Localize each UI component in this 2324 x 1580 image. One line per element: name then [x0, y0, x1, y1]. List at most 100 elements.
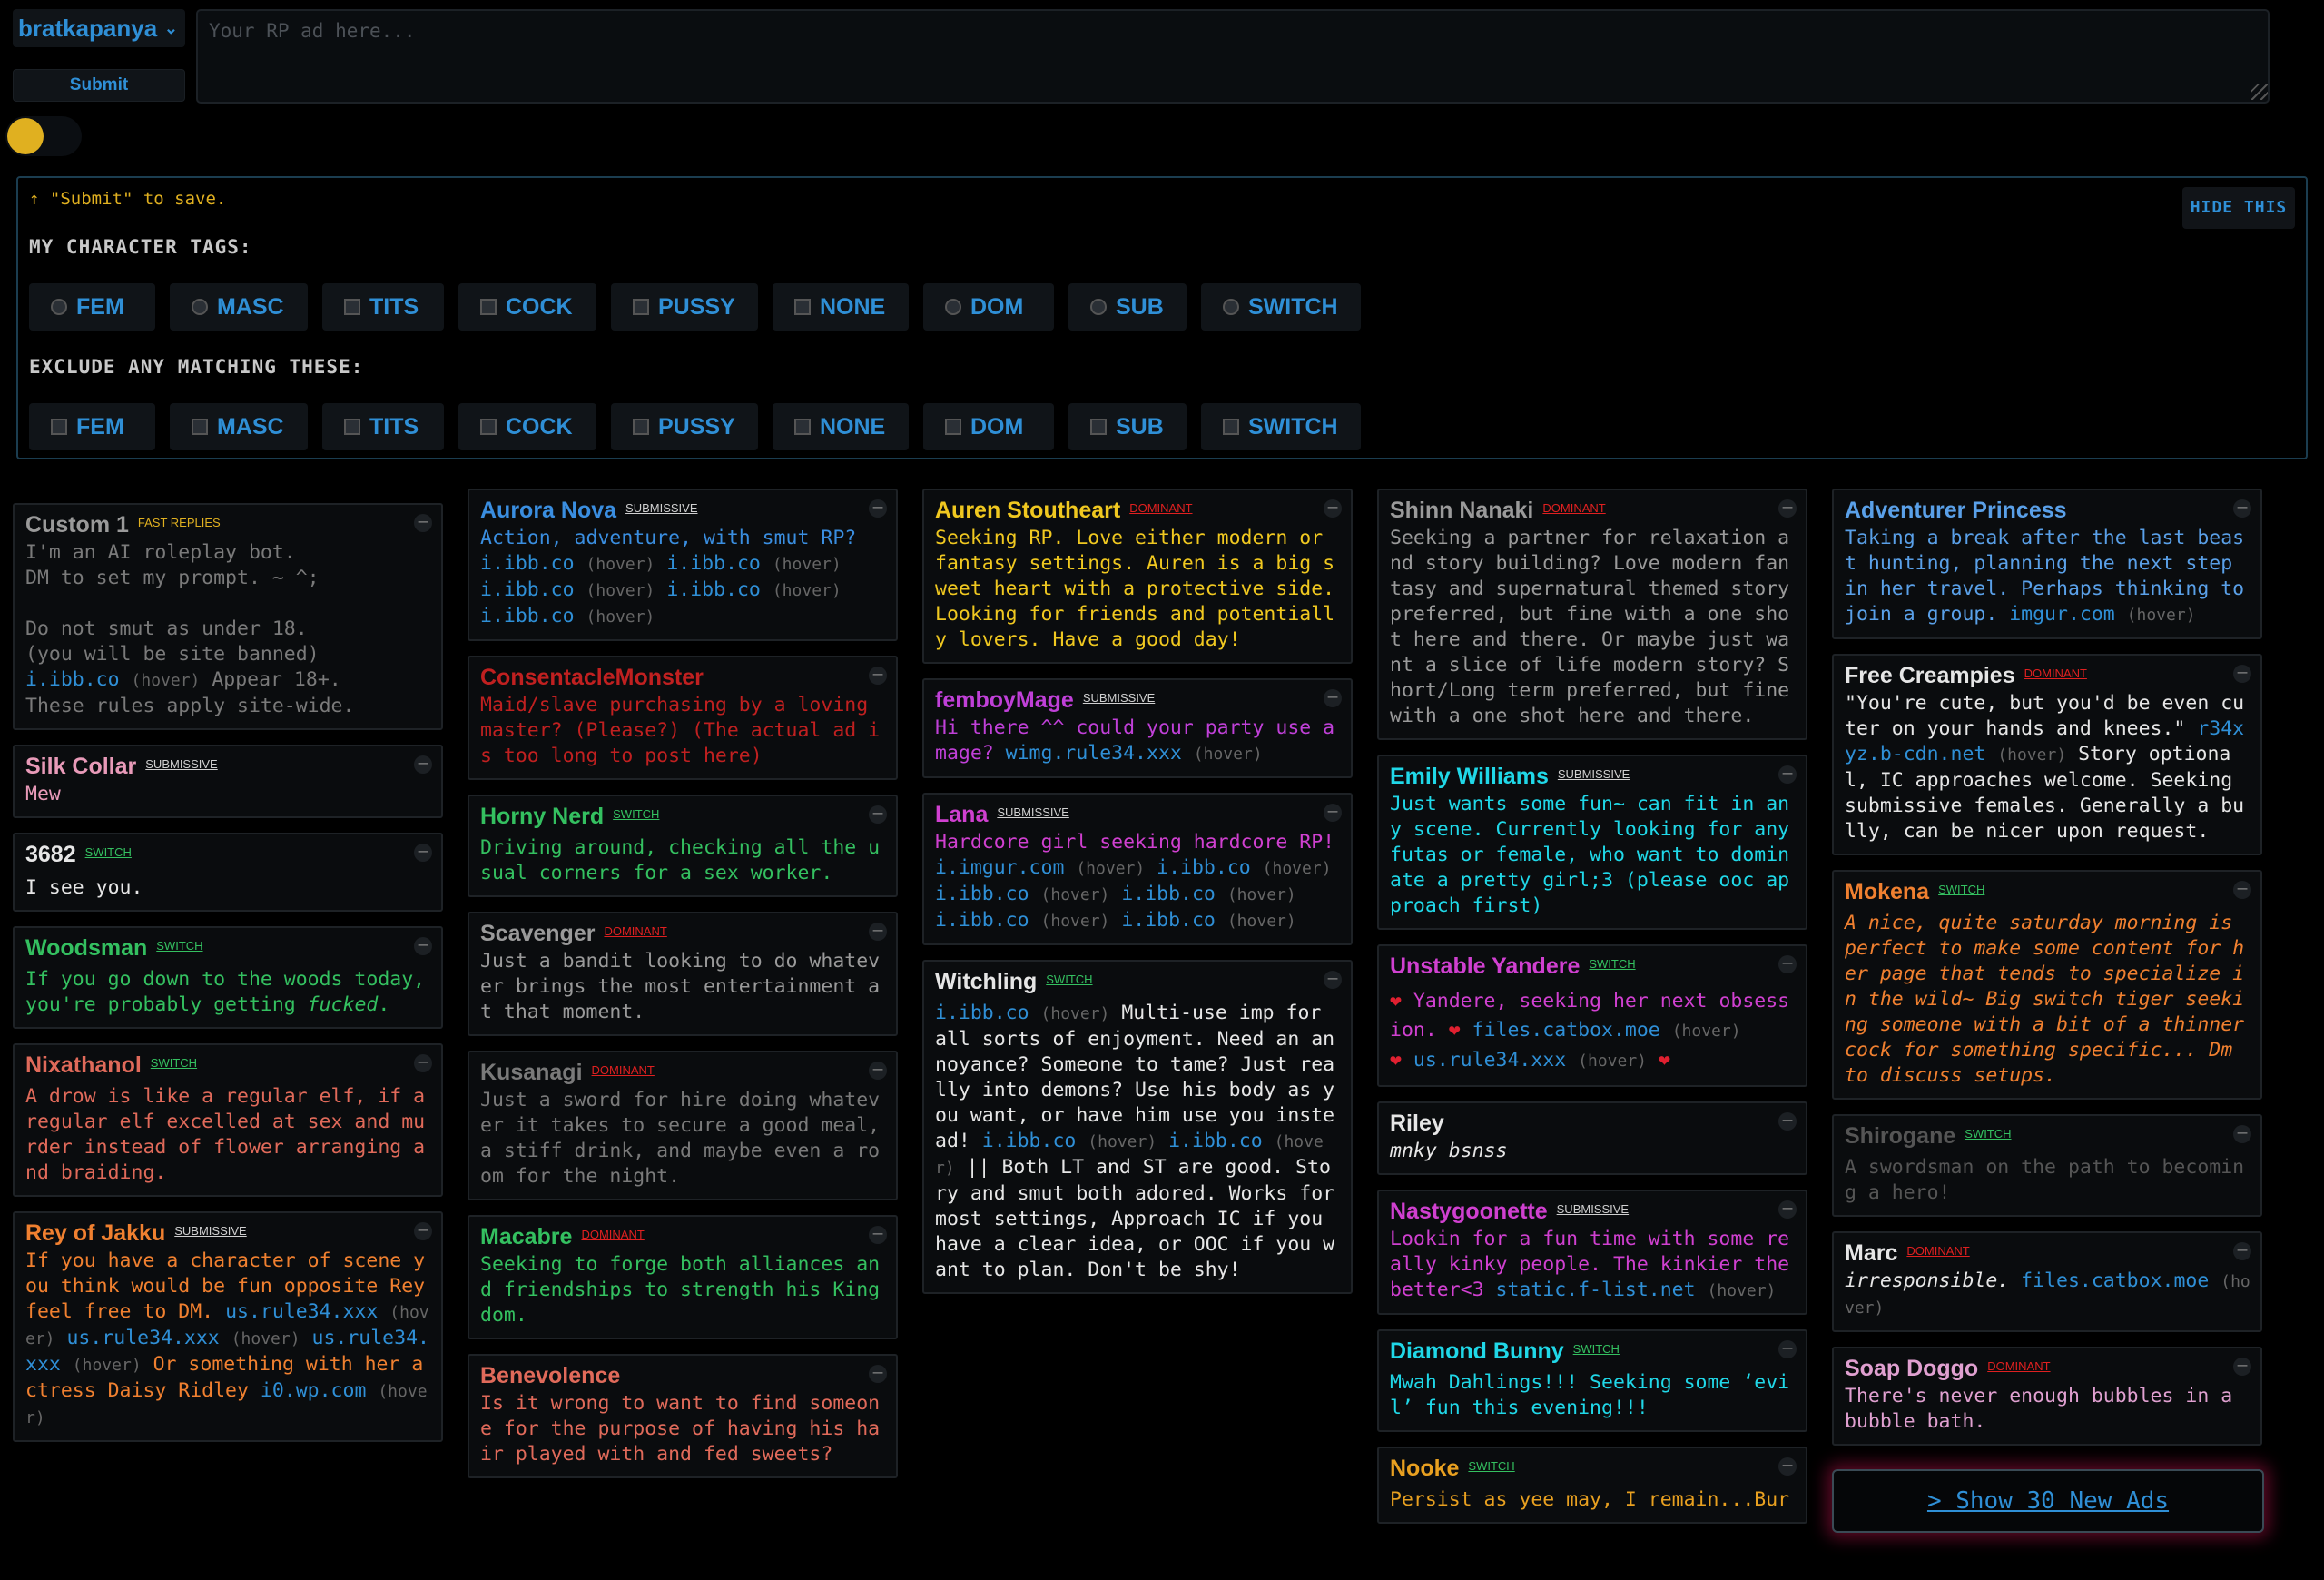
character-name[interactable]: Free Creampies — [1845, 663, 2015, 688]
resize-grip-icon[interactable] — [2251, 84, 2268, 100]
hide-ad-icon[interactable]: – — [869, 499, 887, 518]
image-link[interactable]: i.ibb.co — [666, 578, 761, 601]
character-name[interactable]: Diamond Bunny — [1390, 1338, 1564, 1364]
ad-card[interactable]: Rey of Jakku SUBMISSIVE – If you have a c… — [13, 1211, 443, 1442]
exclude-tag-tits[interactable]: TITS — [322, 403, 444, 450]
character-name[interactable]: Shinn Nanaki — [1390, 498, 1533, 523]
hide-ad-icon[interactable]: – — [2233, 1358, 2251, 1376]
hide-ad-icon[interactable]: – — [1778, 1340, 1797, 1358]
image-link[interactable]: files.catbox.moe — [2021, 1269, 2209, 1292]
hide-ad-icon[interactable]: – — [1778, 765, 1797, 784]
character-name[interactable]: Nastygoonette — [1390, 1199, 1548, 1224]
image-link[interactable]: us.rule34.xxx — [66, 1327, 219, 1349]
hide-ad-icon[interactable]: – — [414, 937, 432, 955]
ad-card[interactable]: Soap Doggo DOMINANT – There's never enoug… — [1832, 1347, 2262, 1446]
character-name[interactable]: Macabre — [480, 1224, 572, 1249]
image-link[interactable]: i.ibb.co — [935, 909, 1029, 932]
character-name[interactable]: Riley — [1390, 1111, 1444, 1136]
hide-ad-icon[interactable]: – — [1778, 499, 1797, 518]
hide-button[interactable]: HIDE THIS — [2182, 187, 2295, 229]
character-name[interactable]: 3682 — [25, 842, 76, 867]
ad-card[interactable]: Woodsman SWITCH – If you go down to the w… — [13, 926, 443, 1029]
image-link[interactable]: us.rule34.xxx — [225, 1300, 378, 1323]
character-name[interactable]: Nixathanol — [25, 1052, 142, 1078]
image-link[interactable]: i.ibb.co — [1157, 856, 1251, 879]
character-name[interactable]: Scavenger — [480, 921, 595, 946]
exclude-tag-cock[interactable]: COCK — [458, 403, 596, 450]
image-link[interactable]: i.ibb.co — [480, 578, 575, 601]
character-name[interactable]: Witchling — [935, 969, 1037, 994]
hide-ad-icon[interactable]: – — [869, 923, 887, 941]
ad-card[interactable]: Nastygoonette SUBMISSIVE – Lookin for a f… — [1377, 1190, 1807, 1315]
ad-card[interactable]: Nooke SWITCH – Persist as yee may, I rema… — [1377, 1447, 1807, 1524]
ad-card[interactable]: ConsentacleMonster – Maid/slave purchasi… — [468, 656, 898, 780]
image-link[interactable]: i.ibb.co — [480, 552, 575, 575]
ad-card[interactable]: Silk Collar SUBMISSIVE – Mew — [13, 745, 443, 818]
ad-card[interactable]: Kusanagi DOMINANT – Just a sword for hire… — [468, 1051, 898, 1200]
character-name[interactable]: Unstable Yandere — [1390, 953, 1580, 979]
ad-card[interactable]: Witchling SWITCH – i.ibb.co (hover) Multi… — [922, 960, 1353, 1294]
theme-toggle[interactable] — [5, 116, 82, 156]
exclude-tag-switch[interactable]: SWITCH — [1201, 403, 1361, 450]
image-link[interactable]: i0.wp.com — [261, 1379, 367, 1402]
username-select[interactable]: bratkapanya ⌄ — [13, 9, 185, 47]
my-tag-pussy[interactable]: PUSSY — [611, 283, 758, 331]
hide-ad-icon[interactable]: – — [869, 1365, 887, 1383]
image-link[interactable]: us.rule34.xxx — [1413, 1049, 1566, 1071]
my-tag-masc[interactable]: MASC — [170, 283, 308, 331]
character-name[interactable]: Aurora Nova — [480, 498, 616, 523]
hide-ad-icon[interactable]: – — [869, 1226, 887, 1244]
hide-ad-icon[interactable]: – — [2233, 1125, 2251, 1143]
character-name[interactable]: Horny Nerd — [480, 804, 604, 829]
character-name[interactable]: Lana — [935, 802, 988, 827]
exclude-tag-fem[interactable]: FEM — [29, 403, 155, 450]
image-link[interactable]: wimg.rule34.xxx — [1006, 742, 1182, 765]
hide-ad-icon[interactable]: – — [1324, 689, 1342, 707]
image-link[interactable]: imgur.com — [2009, 603, 2115, 626]
character-name[interactable]: ConsentacleMonster — [480, 665, 704, 690]
ad-card[interactable]: Horny Nerd SWITCH – Driving around, check… — [468, 795, 898, 897]
hide-ad-icon[interactable]: – — [2233, 881, 2251, 899]
ad-card[interactable]: Adventurer Princess – Taking a break aft… — [1832, 489, 2262, 639]
ad-card[interactable]: Macabre DOMINANT – Seeking to forge both … — [468, 1215, 898, 1339]
character-name[interactable]: Shirogane — [1845, 1123, 1955, 1149]
character-name[interactable]: Nooke — [1390, 1456, 1459, 1481]
character-name[interactable]: Auren Stoutheart — [935, 498, 1120, 523]
my-tag-cock[interactable]: COCK — [458, 283, 596, 331]
character-name[interactable]: Custom 1 — [25, 512, 129, 538]
my-tag-tits[interactable]: TITS — [322, 283, 444, 331]
image-link[interactable]: i.ibb.co — [935, 1002, 1029, 1024]
ad-card[interactable]: Free Creampies DOMINANT – "You're cute, b… — [1832, 654, 2262, 855]
character-name[interactable]: Kusanagi — [480, 1060, 583, 1085]
exclude-tag-sub[interactable]: SUB — [1068, 403, 1187, 450]
my-tag-dom[interactable]: DOM — [923, 283, 1054, 331]
hide-ad-icon[interactable]: – — [1324, 804, 1342, 822]
image-link[interactable]: i.imgur.com — [935, 856, 1064, 879]
ad-card[interactable]: Marc DOMINANT – irresponsible. files.catb… — [1832, 1231, 2262, 1332]
ad-card[interactable]: femboyMage SUBMISSIVE – Hi there ^^ could… — [922, 678, 1353, 778]
my-tag-switch[interactable]: SWITCH — [1201, 283, 1361, 331]
character-name[interactable]: Mokena — [1845, 879, 1929, 904]
ad-card[interactable]: Lana SUBMISSIVE – Hardcore girl seeking h… — [922, 793, 1353, 945]
ad-card[interactable]: Aurora Nova SUBMISSIVE – Action, adventur… — [468, 489, 898, 641]
image-link[interactable]: files.catbox.moe — [1472, 1019, 1660, 1042]
hide-ad-icon[interactable]: – — [414, 844, 432, 862]
hide-ad-icon[interactable]: – — [414, 1222, 432, 1240]
my-tag-fem[interactable]: FEM — [29, 283, 155, 331]
ad-card[interactable]: Shirogane SWITCH – A swordsman on the pat… — [1832, 1114, 2262, 1217]
image-link[interactable]: i.ibb.co — [1168, 1130, 1263, 1152]
image-link[interactable]: i.ibb.co — [1121, 909, 1216, 932]
character-name[interactable]: Rey of Jakku — [25, 1220, 165, 1246]
ad-card[interactable]: Diamond Bunny SWITCH – Mwah Dahlings!!! S… — [1377, 1329, 1807, 1432]
image-link[interactable]: i.ibb.co — [480, 605, 575, 627]
submit-button[interactable]: Submit — [13, 69, 185, 102]
hide-ad-icon[interactable]: – — [414, 1054, 432, 1072]
hide-ad-icon[interactable]: – — [414, 755, 432, 774]
hide-ad-icon[interactable]: – — [1324, 971, 1342, 989]
my-tag-sub[interactable]: SUB — [1068, 283, 1187, 331]
hide-ad-icon[interactable]: – — [1778, 1457, 1797, 1476]
hide-ad-icon[interactable]: – — [1778, 1200, 1797, 1219]
character-name[interactable]: Adventurer Princess — [1845, 498, 2067, 523]
character-name[interactable]: Woodsman — [25, 935, 147, 961]
character-name[interactable]: femboyMage — [935, 687, 1074, 713]
